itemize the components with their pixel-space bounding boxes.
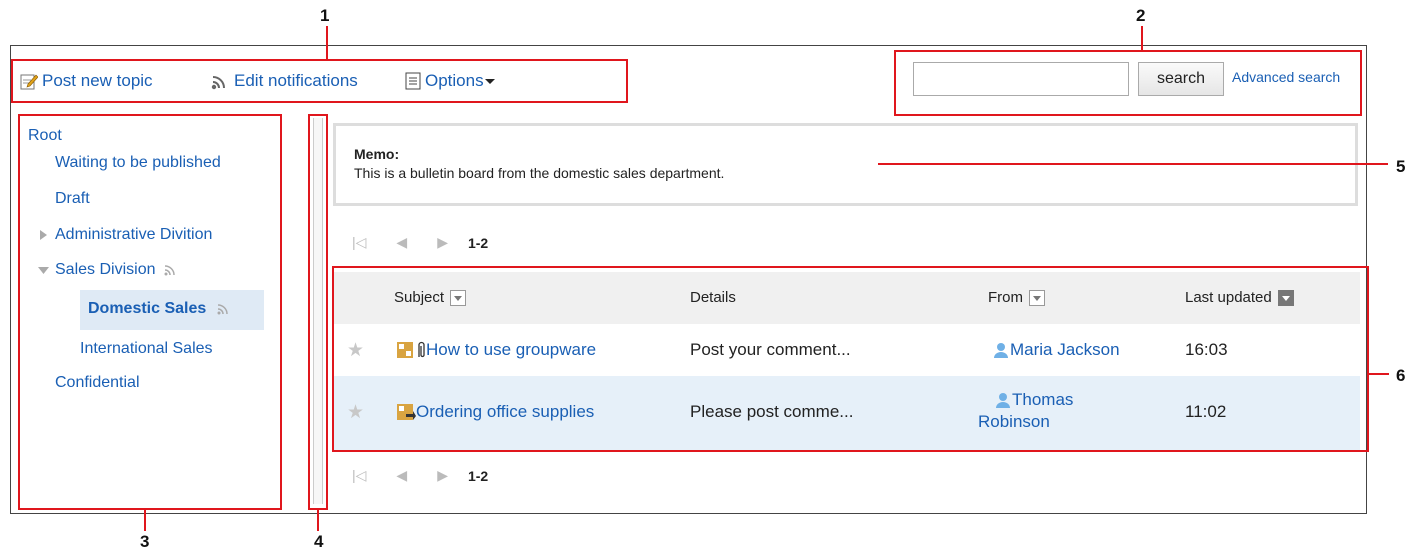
callout-box-2 [894, 50, 1362, 116]
first-page-icon[interactable]: |◁ [352, 234, 366, 251]
callout-number-6: 6 [1396, 366, 1406, 385]
callout-box-3 [18, 114, 282, 510]
next-page-icon[interactable]: ▶ [437, 234, 448, 251]
first-page-icon[interactable]: |◁ [352, 467, 366, 484]
callout-number-3: 3 [140, 532, 150, 551]
callout-number-4: 4 [314, 532, 324, 551]
callout-line-6 [1369, 373, 1389, 375]
callout-number-5: 5 [1396, 157, 1406, 176]
callout-box-1 [11, 59, 628, 103]
callout-line-2 [1141, 26, 1143, 51]
memo-text: This is a bulletin board from the domest… [354, 165, 725, 181]
callout-box-4 [308, 114, 328, 510]
callout-line-4 [317, 509, 319, 531]
pager-top: |◁ ◀ ▶ 1-2 [352, 234, 488, 251]
previous-page-icon[interactable]: ◀ [396, 234, 407, 251]
callout-box-6 [332, 266, 1369, 452]
callout-number-2: 2 [1136, 6, 1146, 25]
callout-number-1: 1 [320, 6, 330, 25]
callout-line-1 [326, 26, 328, 60]
next-page-icon[interactable]: ▶ [437, 467, 448, 484]
callout-line-5 [878, 163, 1388, 165]
previous-page-icon[interactable]: ◀ [396, 467, 407, 484]
pager-bottom: |◁ ◀ ▶ 1-2 [352, 467, 488, 484]
pager-range: 1-2 [467, 467, 489, 484]
memo-title: Memo: [354, 146, 400, 162]
callout-line-3 [144, 509, 146, 531]
pager-range: 1-2 [467, 234, 489, 251]
